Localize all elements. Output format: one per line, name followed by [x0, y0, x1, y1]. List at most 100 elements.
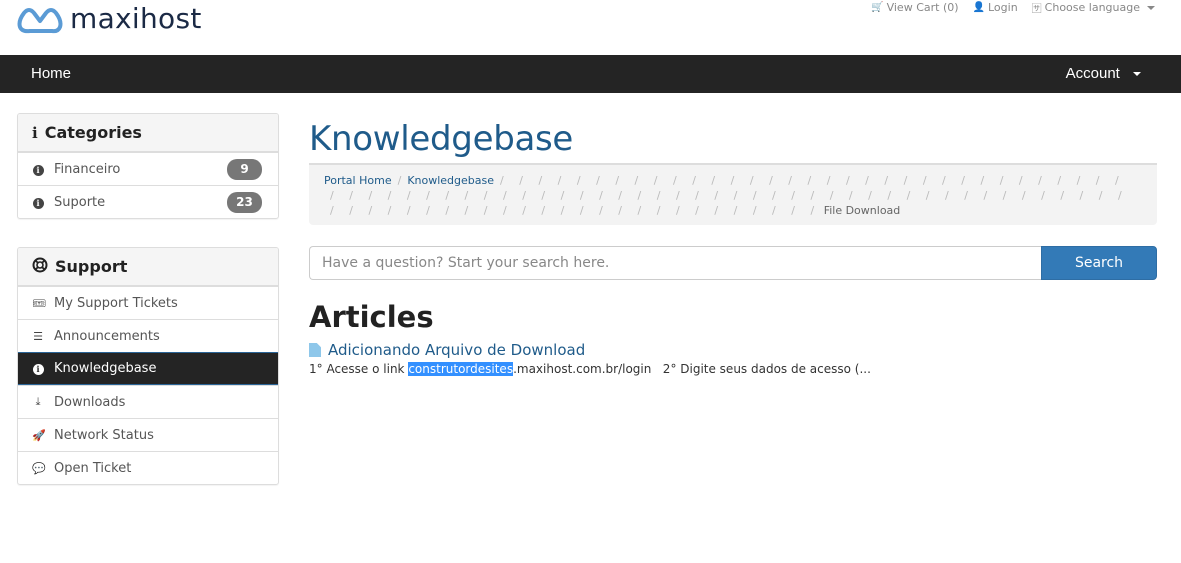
- breadcrumb-separator: /: [464, 204, 469, 217]
- category-item-suporte[interactable]: i Suporte 23: [18, 185, 278, 218]
- breadcrumb-separator: /: [983, 189, 988, 202]
- brand-name: maxihost: [70, 2, 202, 35]
- breadcrumb-separator: /: [560, 189, 565, 202]
- breadcrumb-portal-home[interactable]: Portal Home: [324, 174, 392, 187]
- breadcrumb-separator: /: [865, 174, 869, 187]
- article-link[interactable]: Adicionando Arquivo de Download: [309, 341, 1157, 359]
- breadcrumb-knowledgebase[interactable]: Knowledgebase: [407, 174, 494, 187]
- category-item-financeiro[interactable]: i Financeiro 9: [18, 152, 278, 185]
- kb-search-form: Search: [309, 246, 1157, 280]
- sidebar-item-announcements[interactable]: ☰ Announcements: [18, 319, 278, 352]
- category-label: Suporte: [54, 194, 106, 210]
- snippet-text: .maxihost.com.br/login 2° Digite seus da…: [513, 362, 871, 376]
- breadcrumb-separator: /: [810, 189, 815, 202]
- breadcrumb-separator: /: [730, 174, 735, 187]
- nav-home-link[interactable]: Home: [31, 55, 71, 93]
- breadcrumb-separator: /: [406, 189, 411, 202]
- breadcrumb-separator: /: [445, 189, 450, 202]
- view-cart-link[interactable]: 🛒 View Cart (0): [871, 0, 958, 15]
- breadcrumb-separator: /: [1041, 189, 1045, 202]
- language-icon: 🈂: [1031, 4, 1042, 15]
- breadcrumb-separator: /: [999, 174, 1004, 187]
- sidebar-item-label: Downloads: [54, 394, 126, 410]
- sidebar-item-network-status[interactable]: 🚀 Network Status: [18, 418, 278, 451]
- article-item: Adicionando Arquivo de Download 1° Acess…: [309, 341, 1157, 376]
- search-button[interactable]: Search: [1041, 246, 1157, 280]
- user-icon: 👤: [972, 2, 985, 13]
- breadcrumb-separator: /: [733, 189, 738, 202]
- sidebar-item-knowledgebase[interactable]: i Knowledgebase: [18, 352, 278, 385]
- choose-language-dropdown[interactable]: 🈂 Choose language: [1032, 0, 1155, 15]
- breadcrumb-separator: /: [541, 189, 546, 202]
- breadcrumb-separator: /: [541, 204, 546, 217]
- cart-icon: 🛒: [871, 2, 884, 13]
- breadcrumb-separator: /: [942, 174, 946, 187]
- breadcrumb-separator: /: [1038, 174, 1042, 187]
- breadcrumb-separator: /: [634, 174, 639, 187]
- breadcrumb-separator: /: [810, 204, 815, 217]
- breadcrumb-separator: /: [483, 189, 488, 202]
- breadcrumb-separator: /: [615, 174, 620, 187]
- breadcrumb-separator: /: [387, 204, 392, 217]
- breadcrumb-separator: /: [426, 204, 430, 217]
- main-content: Knowledgebase Portal Home / Knowledgebase /…: [309, 113, 1157, 376]
- nav-account-dropdown[interactable]: Account: [1066, 55, 1141, 93]
- main-navbar: Home Account: [0, 55, 1181, 93]
- article-snippet: 1° Acesse o link construtordesites.maxih…: [309, 362, 1157, 376]
- support-panel: Support 🎟 My Support Tickets ☰ Announcem…: [17, 247, 279, 485]
- breadcrumb-separator: /: [637, 204, 642, 217]
- breadcrumb-separator: /: [711, 174, 716, 187]
- breadcrumb-separator: /: [826, 174, 831, 187]
- breadcrumb-separator: /: [426, 189, 430, 202]
- download-icon: ⤓: [35, 395, 41, 408]
- top-links: 🛒 View Cart (0) 👤 Login 🈂 Choose languag…: [871, 0, 1155, 15]
- ticket-icon: 🎟: [32, 296, 46, 310]
- info-circle-icon: i: [32, 362, 44, 375]
- breadcrumb-separator: /: [772, 204, 776, 217]
- sidebar-item-downloads[interactable]: ⤓ Downloads: [18, 385, 278, 418]
- breadcrumb: Portal Home / Knowledgebase / / / / / / / /…: [309, 163, 1157, 225]
- breadcrumb-separator: /: [502, 189, 507, 202]
- breadcrumb-separator: /: [925, 189, 930, 202]
- nav-account-label: Account: [1065, 65, 1120, 82]
- sidebar-item-label: Announcements: [54, 328, 160, 344]
- breadcrumb-separator: /: [749, 174, 754, 187]
- breadcrumb-separator: /: [672, 174, 677, 187]
- breadcrumb-separator: /: [980, 174, 985, 187]
- breadcrumb-separator: /: [848, 189, 853, 202]
- breadcrumb-separator: /: [887, 189, 892, 202]
- breadcrumb-separator: /: [1021, 189, 1026, 202]
- breadcrumb-separator: /: [945, 189, 949, 202]
- breadcrumb-separator: /: [579, 204, 584, 217]
- breadcrumb-separator: /: [1098, 189, 1103, 202]
- sidebar-item-open-ticket[interactable]: 💬 Open Ticket: [18, 451, 278, 484]
- sidebar-item-my-support-tickets[interactable]: 🎟 My Support Tickets: [18, 286, 278, 319]
- info-circle-icon: i: [32, 163, 44, 176]
- breadcrumb-separator: /: [368, 189, 373, 202]
- breadcrumb-current: File Download: [823, 204, 901, 217]
- file-icon: [309, 343, 321, 357]
- breadcrumb-separator: /: [675, 204, 680, 217]
- breadcrumb-separator: /: [884, 174, 889, 187]
- breadcrumb-separator: /: [406, 204, 411, 217]
- breadcrumb-separator: /: [618, 189, 622, 202]
- sidebar-item-label: Network Status: [54, 427, 154, 443]
- breadcrumb-separator: /: [576, 174, 581, 187]
- caret-down-icon: [1147, 5, 1155, 10]
- support-heading: Support: [18, 248, 278, 286]
- articles-heading: Articles: [309, 300, 434, 334]
- breadcrumb-separator: /: [560, 204, 565, 217]
- maxihost-logo-icon: [17, 8, 63, 34]
- breadcrumb-separator: /: [692, 174, 696, 187]
- breadcrumb-separator: /: [845, 174, 850, 187]
- category-label: Financeiro: [54, 161, 121, 177]
- breadcrumb-separator: /: [557, 174, 562, 187]
- kb-search-input[interactable]: [309, 246, 1041, 280]
- breadcrumb-separator: /: [1057, 174, 1062, 187]
- breadcrumb-separator: /: [637, 189, 642, 202]
- breadcrumb-separator: /: [964, 189, 968, 202]
- breadcrumb-separator: /: [522, 204, 526, 217]
- login-link[interactable]: 👤 Login: [973, 0, 1018, 15]
- brand-logo[interactable]: maxihost: [16, 3, 202, 35]
- breadcrumb-separator: /: [922, 174, 927, 187]
